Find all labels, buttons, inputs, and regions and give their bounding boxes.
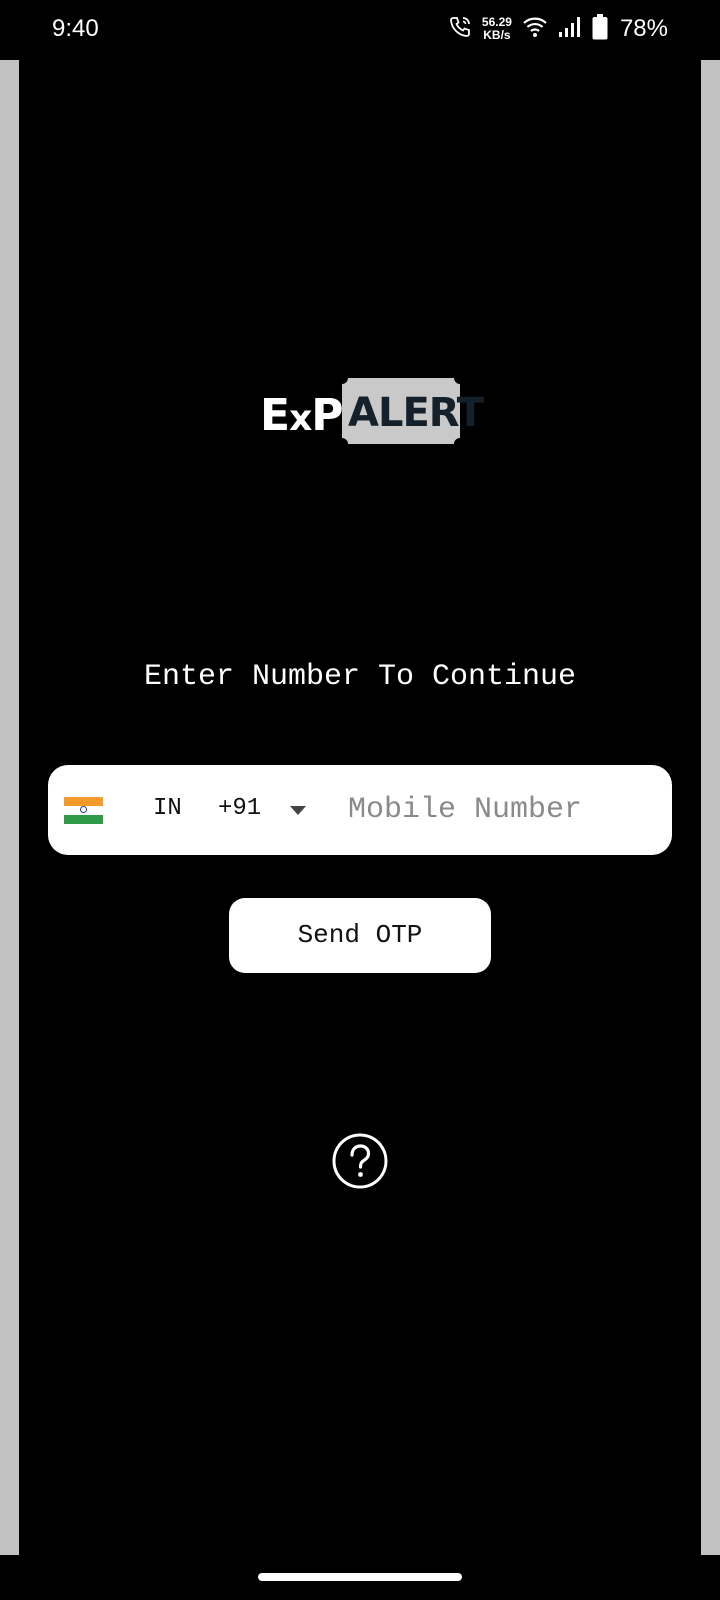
battery-percent: 78% bbox=[619, 15, 668, 42]
mobile-number-input[interactable] bbox=[348, 787, 658, 833]
status-time: 9:40 bbox=[52, 15, 99, 42]
dial-code[interactable]: +91 bbox=[218, 795, 261, 822]
enter-number-prompt: Enter Number To Continue bbox=[143, 660, 577, 694]
status-bar: 9:40 56.29 KB/s 78% bbox=[0, 0, 720, 60]
help-circle-icon[interactable] bbox=[332, 1133, 388, 1189]
login-screen: 9:40 56.29 KB/s 78% ExP ALERT Enter Numb… bbox=[0, 0, 720, 1600]
logo-badge: ALERT bbox=[342, 378, 484, 444]
battery-icon bbox=[592, 14, 608, 44]
network-speed: 56.29 KB/s bbox=[482, 16, 512, 42]
wifi-icon bbox=[522, 16, 548, 42]
wifi-calling-icon bbox=[448, 15, 472, 43]
home-gesture-handle[interactable] bbox=[258, 1573, 462, 1581]
logo-text-exp: ExP bbox=[260, 390, 344, 441]
india-flag-icon bbox=[64, 797, 103, 824]
status-icons: 56.29 KB/s 78% bbox=[448, 14, 668, 44]
signal-icon bbox=[558, 16, 582, 42]
network-speed-unit: KB/s bbox=[483, 28, 511, 42]
expalert-logo: ExP ALERT bbox=[260, 378, 484, 448]
phone-number-field: IN +91 bbox=[48, 765, 672, 855]
send-otp-button[interactable]: Send OTP bbox=[229, 898, 491, 973]
country-code-picker[interactable]: IN bbox=[153, 795, 182, 822]
right-side-bar bbox=[701, 60, 720, 1555]
chevron-down-icon[interactable] bbox=[290, 806, 306, 815]
logo-text-alert: ALERT bbox=[348, 390, 484, 436]
left-side-bar bbox=[0, 60, 19, 1555]
